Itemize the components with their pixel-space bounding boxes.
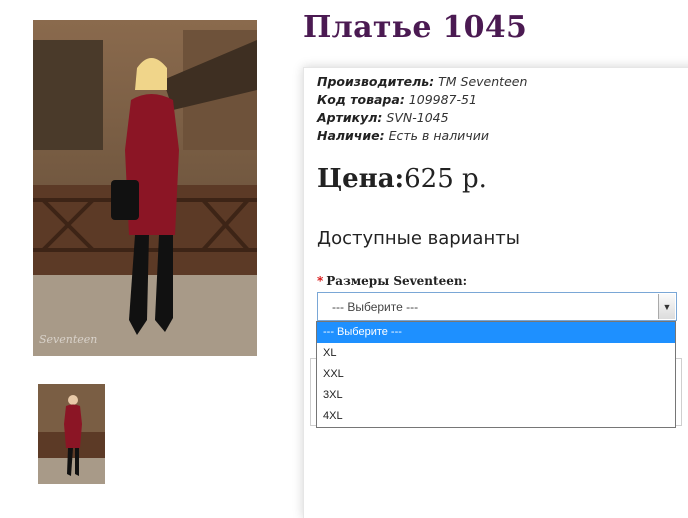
- size-dropdown-list[interactable]: --- Выберите --- XL XXL 3XL 4XL: [316, 321, 676, 428]
- price-value: 625 р.: [404, 164, 487, 194]
- variants-heading: Доступные варианты: [317, 228, 520, 249]
- price-label: Цена:: [317, 164, 405, 194]
- required-mark: *: [317, 274, 324, 288]
- thumbnail-photo: [38, 384, 105, 484]
- product-thumbnail[interactable]: [38, 384, 105, 484]
- chevron-down-icon[interactable]: ▼: [658, 294, 675, 319]
- size-option-4xl[interactable]: 4XL: [317, 406, 675, 427]
- size-option-3xl[interactable]: 3XL: [317, 385, 675, 406]
- size-option-label: * Размеры Seventeen:: [317, 274, 467, 288]
- product-specs: Производитель: TM Seventeen Код товара: …: [317, 73, 527, 145]
- size-option-xl[interactable]: XL: [317, 343, 675, 364]
- size-select[interactable]: --- Выберите --- ▼: [317, 292, 677, 321]
- watermark: Seventeen: [39, 333, 98, 346]
- size-select-value: --- Выберите ---: [332, 300, 419, 314]
- product-price: Цена:625 р.: [317, 164, 487, 194]
- spec-availability: Наличие: Есть в наличии: [317, 128, 489, 143]
- size-option-xxl[interactable]: XXL: [317, 364, 675, 385]
- product-title: Платье 1045: [303, 10, 528, 45]
- spec-article: Артикул: SVN-1045: [317, 110, 449, 125]
- size-option-placeholder[interactable]: --- Выберите ---: [317, 322, 675, 343]
- product-photo-dress: [33, 20, 257, 356]
- spec-manufacturer: Производитель: TM Seventeen: [317, 74, 528, 89]
- product-main-image[interactable]: Seventeen: [33, 20, 257, 356]
- spec-product-code: Код товара: 109987-51: [317, 92, 477, 107]
